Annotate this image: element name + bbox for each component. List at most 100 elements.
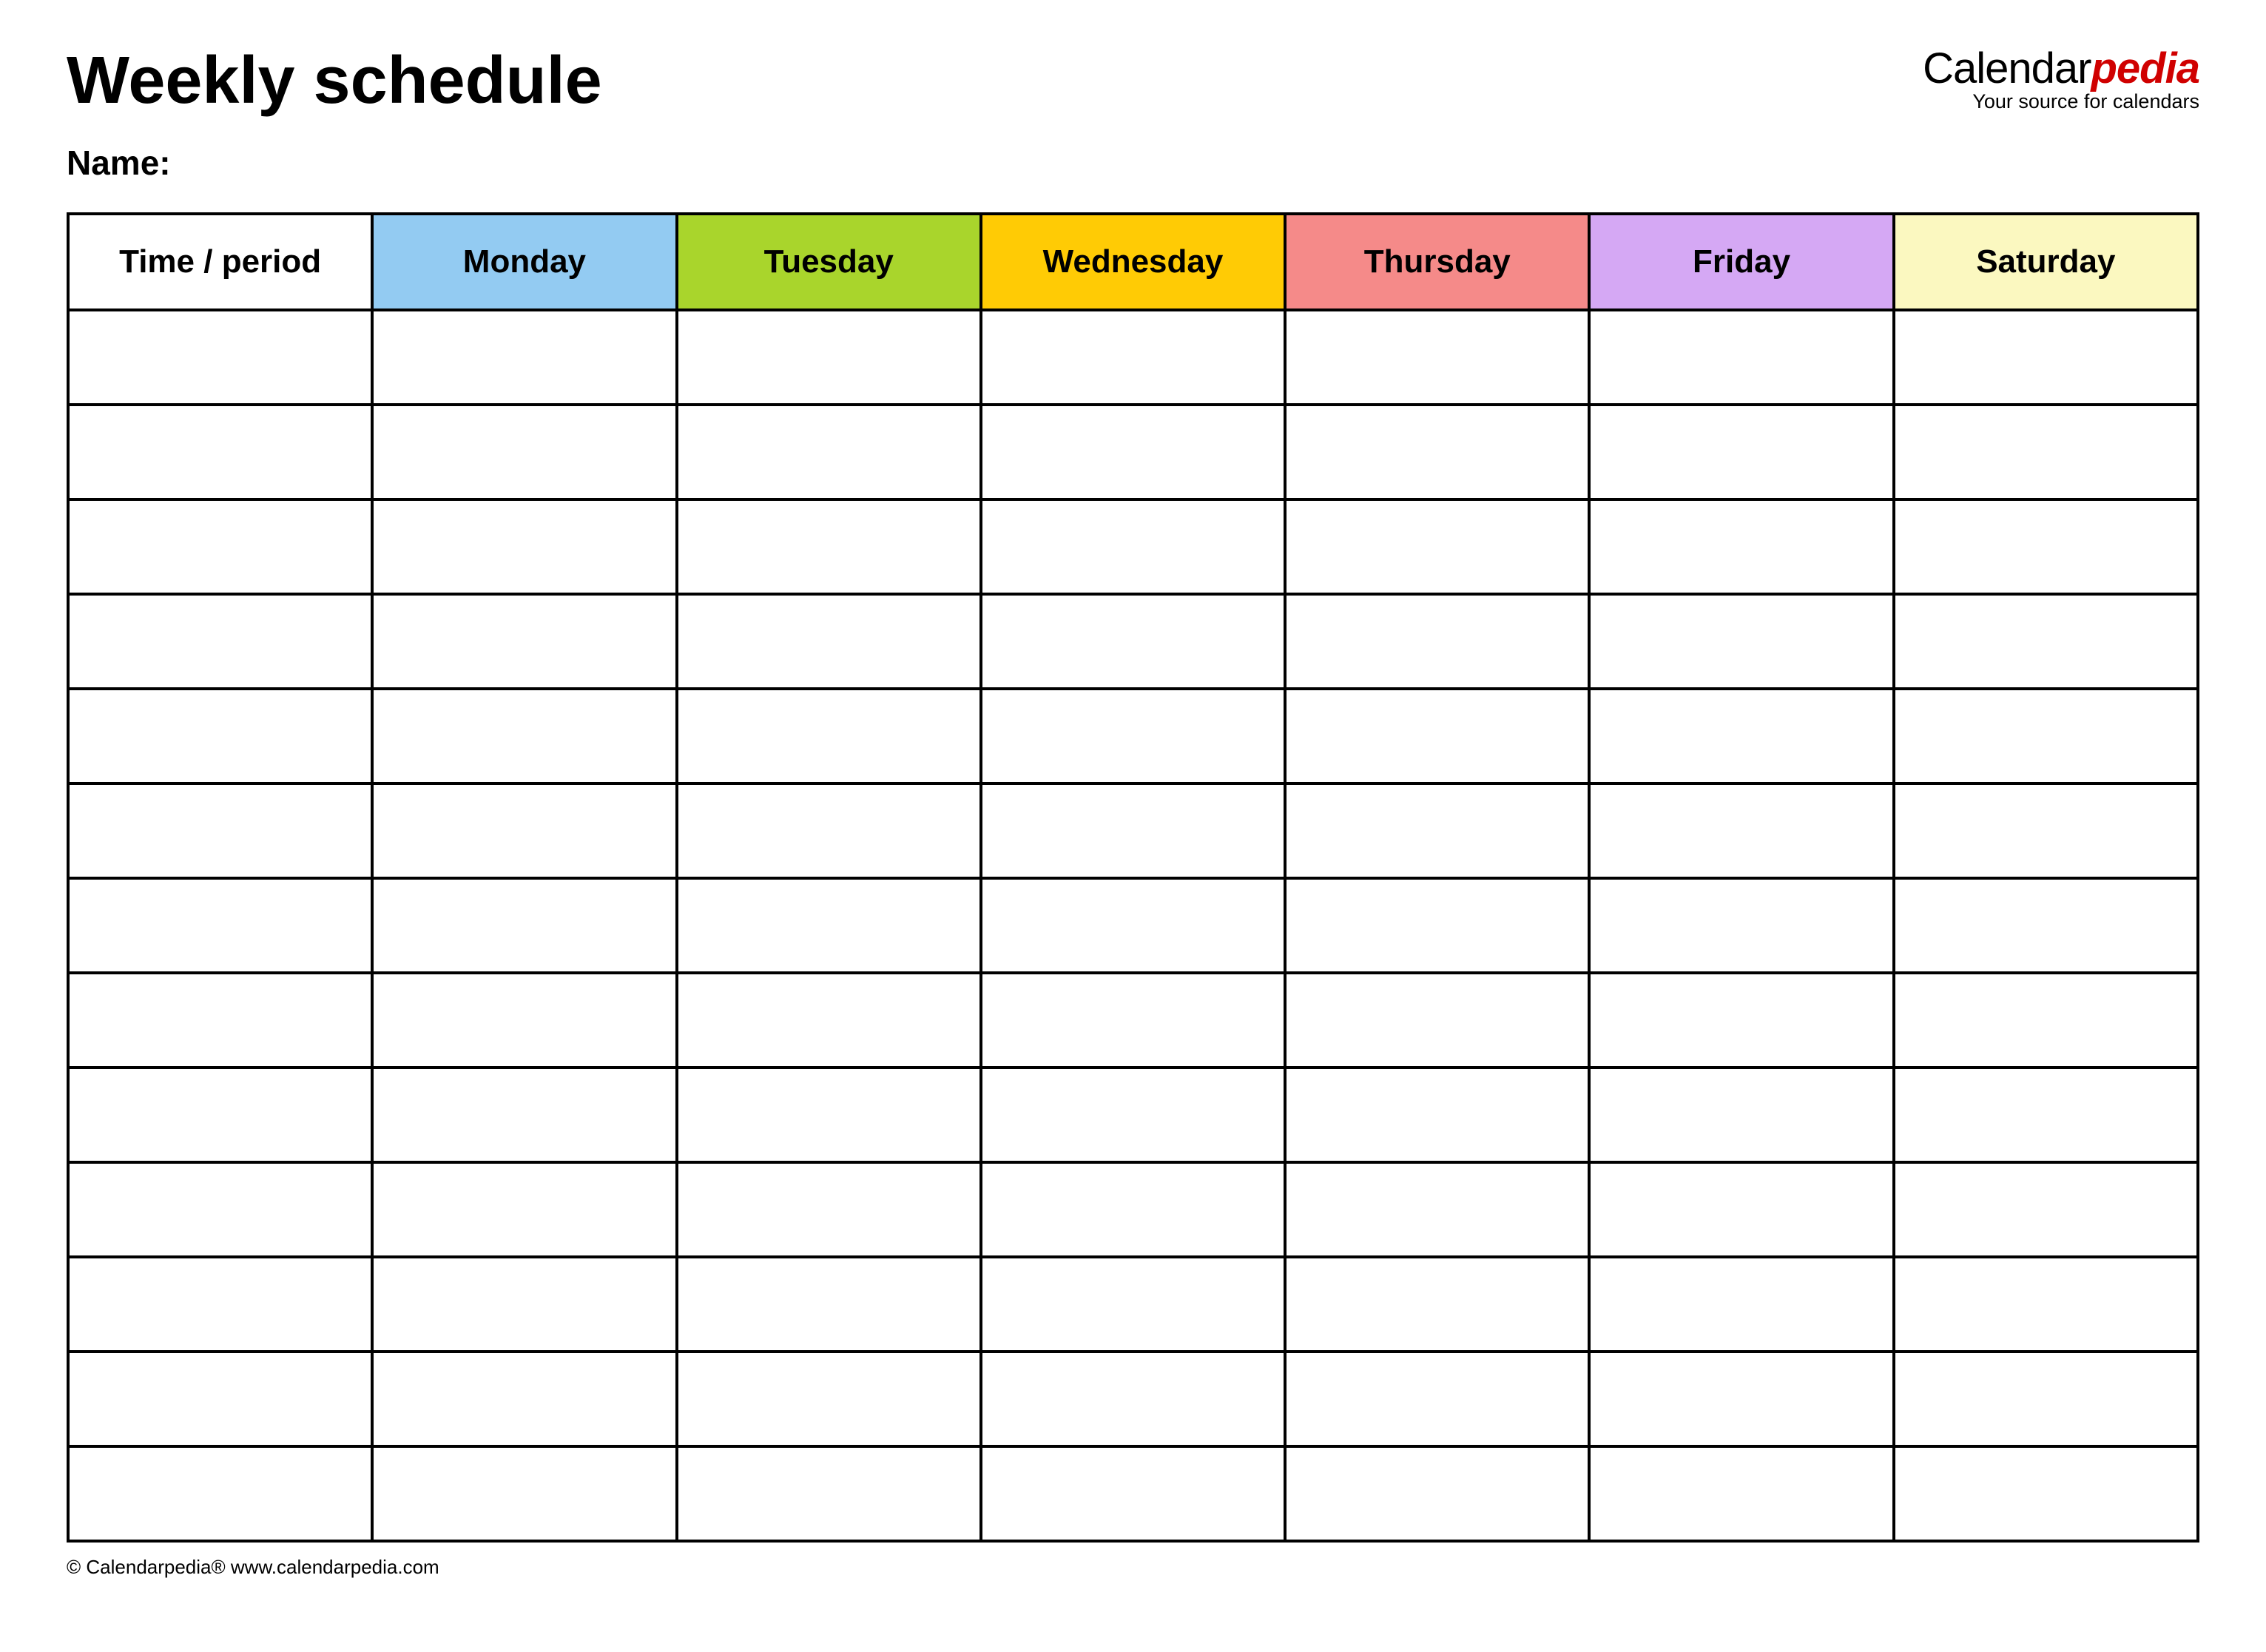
table-cell[interactable] <box>677 1257 981 1352</box>
table-cell[interactable] <box>372 783 676 878</box>
table-cell[interactable] <box>1285 310 1589 405</box>
table-cell[interactable] <box>1894 1162 2198 1257</box>
table-cell[interactable] <box>68 310 372 405</box>
table-cell[interactable] <box>1894 783 2198 878</box>
table-cell[interactable] <box>981 310 1285 405</box>
table-cell[interactable] <box>1285 405 1589 499</box>
table-cell[interactable] <box>1589 1068 1893 1162</box>
table-cell[interactable] <box>1589 783 1893 878</box>
table-cell[interactable] <box>372 878 676 973</box>
table-cell[interactable] <box>1589 878 1893 973</box>
brand-logo-part2: pedia <box>2091 44 2200 92</box>
table-cell[interactable] <box>677 594 981 689</box>
table-cell[interactable] <box>68 689 372 783</box>
table-cell[interactable] <box>372 1352 676 1446</box>
table-cell[interactable] <box>677 1446 981 1541</box>
table-cell[interactable] <box>68 783 372 878</box>
table-cell[interactable] <box>1285 1162 1589 1257</box>
table-row <box>68 1068 2198 1162</box>
table-cell[interactable] <box>372 1257 676 1352</box>
name-label: Name: <box>67 143 2199 183</box>
table-cell[interactable] <box>1285 689 1589 783</box>
schedule-table-head: Time / periodMondayTuesdayWednesdayThurs… <box>68 214 2198 310</box>
table-cell[interactable] <box>1894 1068 2198 1162</box>
table-cell[interactable] <box>68 594 372 689</box>
table-cell[interactable] <box>677 405 981 499</box>
table-cell[interactable] <box>1285 594 1589 689</box>
table-cell[interactable] <box>68 1257 372 1352</box>
table-cell[interactable] <box>1894 310 2198 405</box>
table-cell[interactable] <box>1589 1352 1893 1446</box>
table-cell[interactable] <box>372 310 676 405</box>
table-cell[interactable] <box>1894 1446 2198 1541</box>
table-cell[interactable] <box>372 1068 676 1162</box>
table-cell[interactable] <box>1285 499 1589 594</box>
table-cell[interactable] <box>1894 689 2198 783</box>
table-cell[interactable] <box>1894 405 2198 499</box>
table-cell[interactable] <box>1894 973 2198 1068</box>
table-cell[interactable] <box>677 783 981 878</box>
table-cell[interactable] <box>372 1446 676 1541</box>
table-cell[interactable] <box>68 499 372 594</box>
table-cell[interactable] <box>981 1162 1285 1257</box>
table-cell[interactable] <box>677 499 981 594</box>
table-cell[interactable] <box>1589 499 1893 594</box>
table-cell[interactable] <box>981 594 1285 689</box>
table-cell[interactable] <box>1285 1446 1589 1541</box>
table-cell[interactable] <box>677 1068 981 1162</box>
table-cell[interactable] <box>1894 878 2198 973</box>
table-cell[interactable] <box>981 973 1285 1068</box>
table-cell[interactable] <box>68 878 372 973</box>
table-cell[interactable] <box>981 499 1285 594</box>
table-cell[interactable] <box>981 1446 1285 1541</box>
table-cell[interactable] <box>1894 1257 2198 1352</box>
table-cell[interactable] <box>981 1257 1285 1352</box>
table-cell[interactable] <box>677 1352 981 1446</box>
table-cell[interactable] <box>981 1068 1285 1162</box>
table-cell[interactable] <box>1285 878 1589 973</box>
table-cell[interactable] <box>68 1162 372 1257</box>
table-cell[interactable] <box>677 878 981 973</box>
column-header-tuesday: Tuesday <box>677 214 981 310</box>
table-cell[interactable] <box>68 973 372 1068</box>
table-cell[interactable] <box>1589 1162 1893 1257</box>
table-cell[interactable] <box>372 405 676 499</box>
table-cell[interactable] <box>1285 973 1589 1068</box>
table-cell[interactable] <box>1894 1352 2198 1446</box>
table-cell[interactable] <box>1285 1257 1589 1352</box>
table-cell[interactable] <box>1285 1068 1589 1162</box>
table-cell[interactable] <box>1589 1446 1893 1541</box>
table-cell[interactable] <box>372 973 676 1068</box>
brand-logo-text: Calendarpedia <box>1923 47 2199 90</box>
table-cell[interactable] <box>677 689 981 783</box>
table-cell[interactable] <box>1589 689 1893 783</box>
table-cell[interactable] <box>1894 594 2198 689</box>
table-cell[interactable] <box>1589 310 1893 405</box>
table-cell[interactable] <box>677 310 981 405</box>
table-cell[interactable] <box>981 405 1285 499</box>
table-cell[interactable] <box>68 1446 372 1541</box>
table-cell[interactable] <box>677 1162 981 1257</box>
table-cell[interactable] <box>68 1352 372 1446</box>
table-cell[interactable] <box>1285 783 1589 878</box>
table-cell[interactable] <box>1589 594 1893 689</box>
table-cell[interactable] <box>677 973 981 1068</box>
table-cell[interactable] <box>1589 1257 1893 1352</box>
table-cell[interactable] <box>68 1068 372 1162</box>
table-cell[interactable] <box>1894 499 2198 594</box>
table-cell[interactable] <box>1285 1352 1589 1446</box>
table-cell[interactable] <box>372 689 676 783</box>
table-row <box>68 1446 2198 1541</box>
table-cell[interactable] <box>372 594 676 689</box>
table-cell[interactable] <box>1589 973 1893 1068</box>
table-cell[interactable] <box>981 689 1285 783</box>
table-cell[interactable] <box>981 878 1285 973</box>
table-cell[interactable] <box>372 499 676 594</box>
column-header-wednesday: Wednesday <box>981 214 1285 310</box>
table-cell[interactable] <box>981 1352 1285 1446</box>
table-cell[interactable] <box>981 783 1285 878</box>
table-cell[interactable] <box>68 405 372 499</box>
table-cell[interactable] <box>1589 405 1893 499</box>
schedule-table: Time / periodMondayTuesdayWednesdayThurs… <box>67 212 2199 1543</box>
table-cell[interactable] <box>372 1162 676 1257</box>
